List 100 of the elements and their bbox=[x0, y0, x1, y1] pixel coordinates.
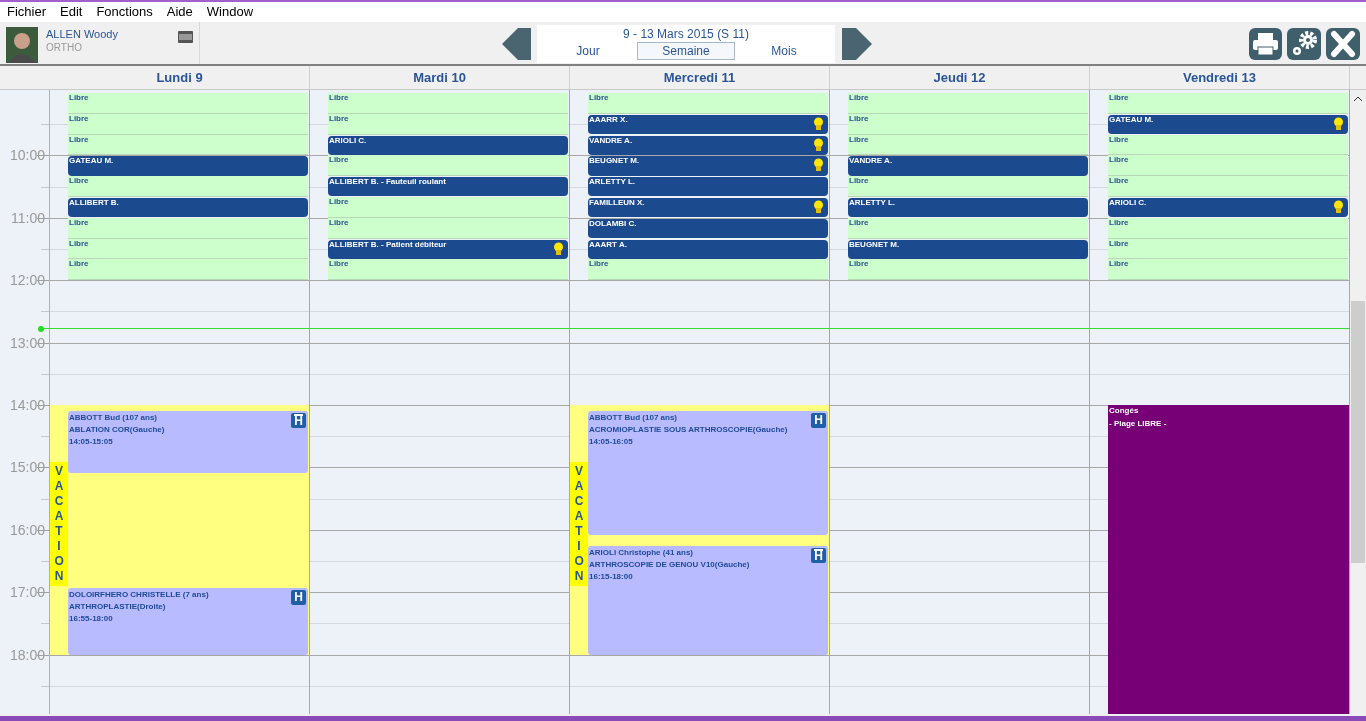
menu-item[interactable]: Fonctions bbox=[96, 2, 153, 22]
appointment[interactable]: GATEAU M. bbox=[1108, 114, 1348, 135]
slot-text: Libre bbox=[69, 217, 89, 227]
free-slot[interactable]: Libre bbox=[328, 259, 568, 281]
slot-text: ARLETTY L. bbox=[849, 198, 896, 207]
free-slot[interactable]: Libre bbox=[588, 259, 828, 281]
view-tab[interactable]: Jour bbox=[539, 42, 637, 60]
appointment[interactable]: ALLIBERT B. - Patient débiteur bbox=[328, 239, 568, 259]
free-slot[interactable]: Libre bbox=[328, 197, 568, 218]
hour-label: 11:00 bbox=[11, 209, 45, 226]
hospital-badge: H bbox=[291, 413, 306, 429]
free-slot[interactable]: Libre bbox=[328, 93, 568, 114]
event-text: 16:55-18:00 bbox=[69, 614, 113, 624]
slot-text: ALLIBERT B. - Fauteuil roulant bbox=[329, 177, 446, 187]
next-arrow-icon[interactable] bbox=[840, 27, 874, 61]
slot-text: Libre bbox=[69, 176, 89, 186]
free-slot[interactable]: Libre bbox=[848, 134, 1088, 156]
avatar bbox=[6, 27, 38, 63]
hour-label: 12:00 bbox=[9, 272, 45, 289]
appointment[interactable]: AAART A. bbox=[588, 239, 828, 259]
slot-text: Libre bbox=[1109, 217, 1129, 227]
slot-text: Libre bbox=[329, 113, 349, 123]
free-slot[interactable]: Libre bbox=[68, 259, 308, 281]
menu-item[interactable]: Fichier bbox=[7, 2, 46, 22]
free-slot[interactable]: Libre bbox=[68, 134, 308, 156]
free-slot[interactable]: Libre bbox=[1108, 93, 1348, 114]
slot-text: Libre bbox=[1109, 155, 1129, 165]
appointment[interactable]: ARLETTY L. bbox=[588, 177, 828, 197]
free-slot[interactable]: Libre bbox=[848, 259, 1088, 281]
free-slot[interactable]: Libre bbox=[328, 155, 568, 177]
slot-text: Libre bbox=[849, 176, 869, 186]
free-slot[interactable]: Libre bbox=[848, 176, 1088, 197]
appointment[interactable]: BEUGNET M. bbox=[588, 156, 828, 176]
settings-icon[interactable] bbox=[1287, 28, 1321, 60]
appointment[interactable]: ALLIBERT B. - Fauteuil roulant bbox=[328, 177, 568, 197]
event-text: ARTHROPLASTIE(Droite) bbox=[69, 602, 166, 612]
appointment[interactable]: VANDRE A. bbox=[588, 135, 828, 155]
surgery-event[interactable]: DOLOIRFHERO CHRISTELLE (7 ans) ARTHROPLASTIE(Droite) 16:55-18:00 H bbox=[68, 588, 308, 655]
appointment[interactable]: ALLIBERT B. bbox=[68, 198, 308, 218]
free-slot[interactable]: Libre bbox=[68, 238, 308, 260]
scrollbar-thumb[interactable] bbox=[1351, 301, 1365, 563]
menu-item[interactable]: Aide bbox=[166, 2, 193, 22]
appointment[interactable]: ARLETTY L. bbox=[848, 198, 1088, 218]
hour-label: 16:00 bbox=[9, 521, 45, 538]
hospital-badge: H bbox=[811, 548, 826, 564]
free-slot[interactable]: Libre bbox=[68, 93, 308, 114]
free-slot[interactable]: Libre bbox=[1108, 238, 1348, 260]
print-icon[interactable] bbox=[1249, 28, 1282, 60]
scroll-up-icon[interactable] bbox=[1354, 96, 1362, 102]
free-slot[interactable]: Libre bbox=[848, 217, 1088, 239]
surgery-event[interactable]: ARIOLI Christophe (41 ans) ARTHROSCOPIE DE GENOU V10(Gauche) 16:15-18:00 H bbox=[588, 546, 828, 655]
day-header: Vendredi 13 bbox=[1183, 68, 1256, 87]
close-icon[interactable] bbox=[1326, 28, 1360, 60]
free-slot[interactable]: Libre bbox=[848, 113, 1088, 135]
menu-item[interactable]: Edit bbox=[60, 2, 83, 22]
slot-text: Libre bbox=[849, 113, 869, 123]
view-tab[interactable]: Semaine bbox=[637, 42, 735, 60]
event-text: DOLOIRFHERO CHRISTELLE (7 ans) bbox=[69, 590, 209, 600]
appointment[interactable]: BEUGNET M. bbox=[848, 239, 1088, 259]
slot-text: Libre bbox=[329, 259, 349, 269]
slot-text: VANDRE A. bbox=[589, 135, 633, 145]
free-slot[interactable]: Libre bbox=[328, 113, 568, 135]
previous-arrow-icon[interactable] bbox=[500, 27, 532, 61]
appointment[interactable]: GATEAU M. bbox=[68, 156, 308, 176]
event-text: ARTHROSCOPIE DE GENOU V10(Gauche) bbox=[589, 560, 750, 571]
appointment[interactable]: VANDRE A. bbox=[848, 156, 1088, 176]
slot-text: Libre bbox=[849, 93, 869, 102]
slot-text: Libre bbox=[329, 93, 349, 102]
surgery-event[interactable]: ABBOTT Bud (107 ans) ABLATION COR(Gauche) 14:05-15:05 H bbox=[68, 411, 308, 473]
appointment[interactable]: AAARR X. bbox=[588, 114, 828, 135]
free-slot[interactable]: Libre bbox=[1108, 176, 1348, 197]
free-slot[interactable]: Libre bbox=[1108, 217, 1348, 239]
free-slot[interactable]: Libre bbox=[68, 113, 308, 135]
slot-text: Libre bbox=[1109, 134, 1129, 144]
slot-text: GATEAU M. bbox=[69, 156, 114, 166]
free-slot[interactable]: Libre bbox=[68, 217, 308, 239]
appointment[interactable]: ARIOLI C. bbox=[1108, 198, 1348, 218]
free-slot[interactable]: Libre bbox=[588, 93, 828, 114]
slot-text: Libre bbox=[1109, 259, 1129, 269]
hour-label: 14:00 bbox=[9, 397, 45, 413]
free-slot[interactable]: Libre bbox=[68, 176, 308, 197]
slot-text: ALLIBERT B. - Patient débiteur bbox=[329, 239, 447, 249]
event-text: ABLATION COR(Gauche) bbox=[69, 425, 165, 436]
free-slot[interactable]: Libre bbox=[848, 93, 1088, 114]
slot-text: Libre bbox=[329, 155, 349, 165]
surgery-event[interactable]: ABBOTT Bud (107 ans) ACROMIOPLASTIE SOUS ARTHROSCOPIE(Gauche) 14:05-16:05 H bbox=[588, 411, 828, 535]
free-slot[interactable]: Libre bbox=[1108, 134, 1348, 156]
menu-item[interactable]: Window bbox=[206, 2, 254, 22]
view-tab[interactable]: Mois bbox=[735, 42, 833, 60]
appointment[interactable]: DOLAMBI C. bbox=[588, 218, 828, 239]
free-slot[interactable]: Libre bbox=[1108, 155, 1348, 177]
appointment[interactable]: ARIOLI C. bbox=[328, 135, 568, 155]
slot-text: DOLAMBI C. bbox=[589, 218, 637, 228]
slot-text: Libre bbox=[589, 93, 609, 102]
event-text: ACROMIOPLASTIE SOUS ARTHROSCOPIE(Gauche) bbox=[589, 425, 788, 436]
free-slot[interactable]: Libre bbox=[328, 217, 568, 239]
film-icon[interactable] bbox=[178, 31, 193, 43]
vacation-label: VACATION bbox=[570, 462, 588, 587]
free-slot[interactable]: Libre bbox=[1108, 259, 1348, 281]
appointment[interactable]: FAMILLEUN X. bbox=[588, 198, 828, 218]
